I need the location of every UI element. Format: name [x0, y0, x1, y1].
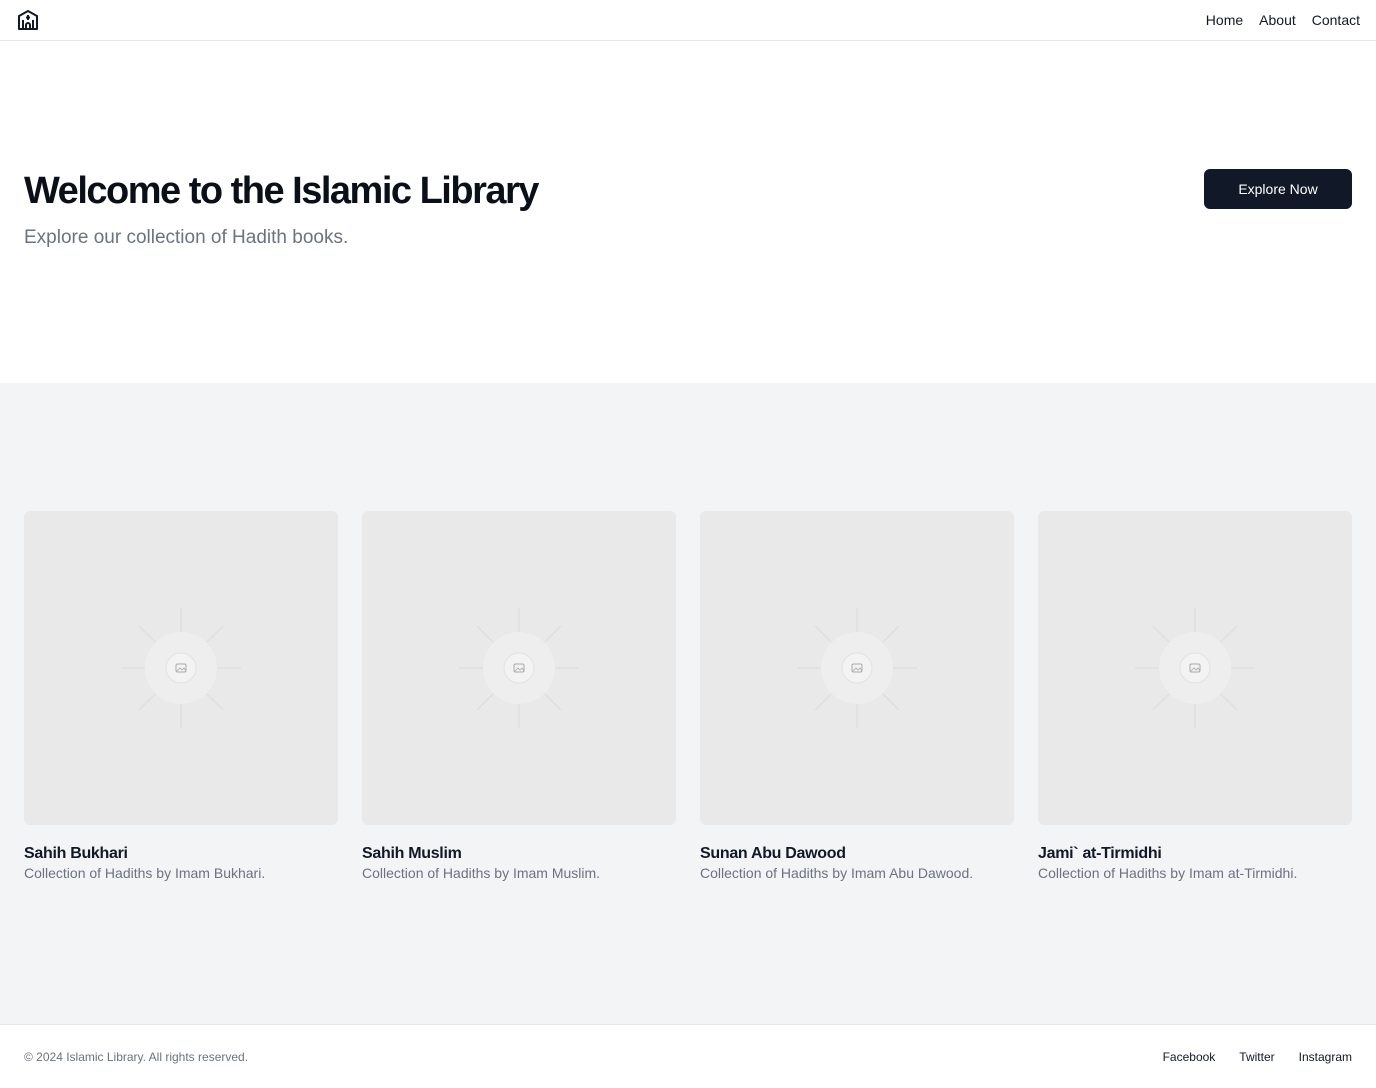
book-cover-placeholder: [362, 511, 676, 825]
hero-section: Welcome to the Islamic Library Explore o…: [0, 41, 1376, 383]
explore-now-button[interactable]: Explore Now: [1204, 169, 1352, 209]
main-nav: Home About Contact: [1206, 12, 1360, 28]
book-cover-placeholder: [700, 511, 1014, 825]
books-grid: Sahih Bukhari Collection of Hadiths by I…: [24, 511, 1352, 882]
book-title: Sahih Muslim: [362, 845, 462, 862]
book-cover-placeholder: [1038, 511, 1352, 825]
book-description: Collection of Hadiths by Imam at-Tirmidh…: [1038, 865, 1298, 881]
image-placeholder-icon: [797, 608, 917, 728]
nav-home-link[interactable]: Home: [1206, 12, 1243, 28]
book-description: Collection of Hadiths by Imam Muslim.: [362, 865, 601, 881]
book-card-bukhari[interactable]: Sahih Bukhari Collection of Hadiths by I…: [24, 511, 338, 882]
library-building-icon[interactable]: [16, 8, 40, 32]
book-card-muslim[interactable]: Sahih Muslim Collection of Hadiths by Im…: [362, 511, 676, 882]
image-placeholder-icon: [1135, 608, 1255, 728]
copyright-text: © 2024 Islamic Library. All rights reser…: [24, 1049, 249, 1064]
book-title: Sunan Abu Dawood: [700, 845, 846, 862]
instagram-link[interactable]: Instagram: [1299, 1050, 1352, 1064]
book-title: Jami` at-Tirmidhi: [1038, 845, 1162, 862]
hero-subtitle: Explore our collection of Hadith books.: [24, 227, 349, 248]
nav-contact-link[interactable]: Contact: [1312, 12, 1360, 28]
site-footer: © 2024 Islamic Library. All rights reser…: [0, 1024, 1376, 1088]
facebook-link[interactable]: Facebook: [1163, 1050, 1216, 1064]
books-section: Sahih Bukhari Collection of Hadiths by I…: [0, 383, 1376, 1024]
nav-about-link[interactable]: About: [1259, 12, 1296, 28]
book-description: Collection of Hadiths by Imam Bukhari.: [24, 865, 266, 881]
twitter-link[interactable]: Twitter: [1239, 1050, 1274, 1064]
hero-title: Welcome to the Islamic Library: [24, 170, 539, 212]
book-cover-placeholder: [24, 511, 338, 825]
site-header: Home About Contact: [0, 0, 1376, 41]
book-card-abu-dawood[interactable]: Sunan Abu Dawood Collection of Hadiths b…: [700, 511, 1014, 882]
image-placeholder-icon: [121, 608, 241, 728]
book-description: Collection of Hadiths by Imam Abu Dawood…: [700, 865, 974, 881]
social-links: Facebook Twitter Instagram: [1163, 1050, 1352, 1064]
book-card-tirmidhi[interactable]: Jami` at-Tirmidhi Collection of Hadiths …: [1038, 511, 1352, 882]
image-placeholder-icon: [459, 608, 579, 728]
book-title: Sahih Bukhari: [24, 845, 128, 862]
